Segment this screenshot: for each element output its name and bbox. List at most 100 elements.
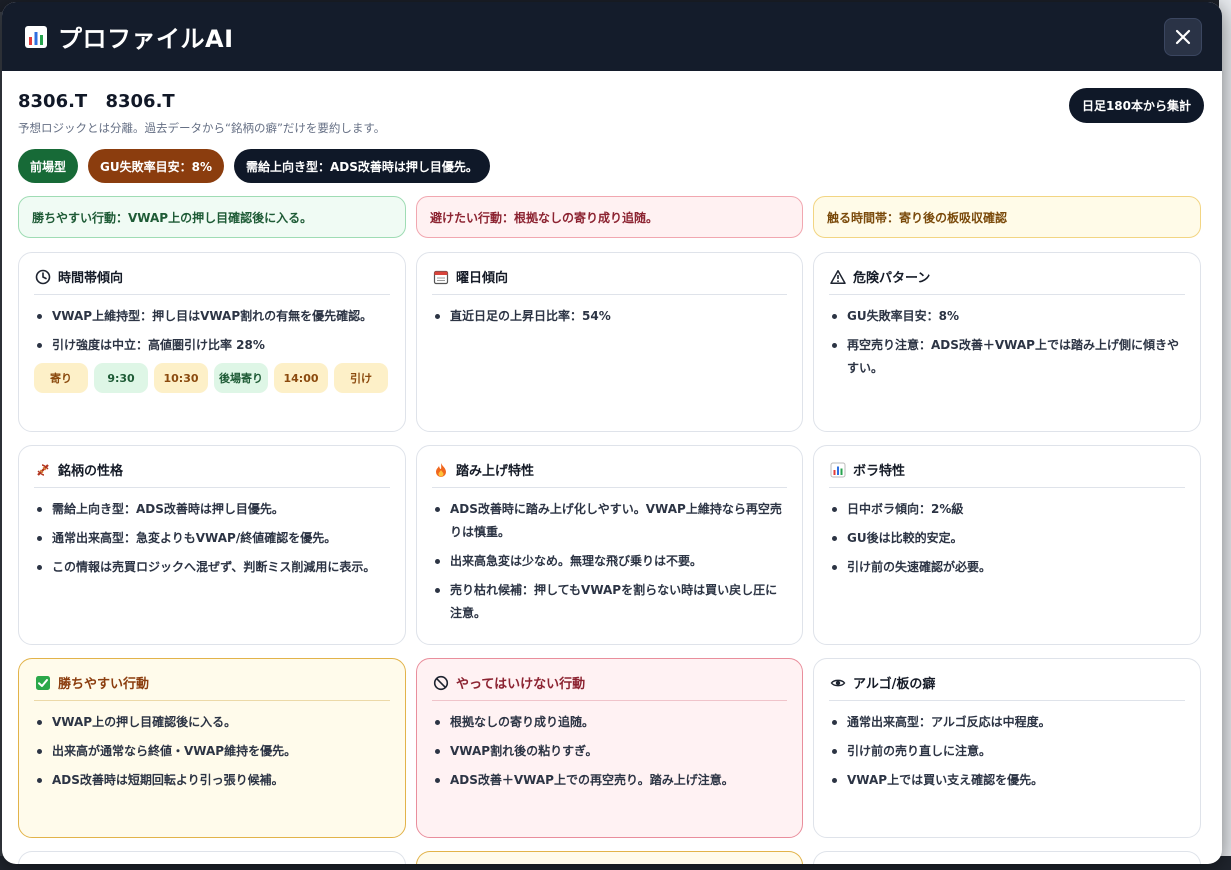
time-slot-chip: 14:00 xyxy=(274,363,328,393)
card-volatility: ボラ特性 日中ボラ傾向：2%級 GU後は比較的安定。 引け前の失速確認が必要。 xyxy=(813,445,1201,645)
card-title: 銘柄の性格 xyxy=(34,460,390,488)
list-item: 需給上向き型：ADS改善時は押し目優先。 xyxy=(34,498,390,521)
profile-card-grid: 時間帯傾向 VWAP上維持型：押し目はVWAP割れの有無を優先確認。 引け強度は… xyxy=(18,252,1204,838)
list-item: VWAP上維持型：押し目はVWAP割れの有無を優先確認。 xyxy=(34,305,390,328)
action-notes: 勝ちやすい行動：VWAP上の押し目確認後に入る。 避けたい行動：根拠なしの寄り成… xyxy=(18,196,1204,238)
dna-icon xyxy=(34,461,52,479)
card-partial xyxy=(18,851,406,864)
list-item: VWAP上では買い支え確認を優先。 xyxy=(829,769,1185,792)
time-slot-chip: 10:30 xyxy=(154,363,208,393)
card-list: 通常出来高型：アルゴ反応は中程度。 引け前の売り直しに注意。 VWAP上では買い… xyxy=(829,711,1185,792)
card-list: GU失敗率目安：8% 再空売り注意：ADS改善＋VWAP上では踏み上げ側に傾きや… xyxy=(829,305,1185,380)
list-item: ADS改善時は短期回転より引っ張り候補。 xyxy=(34,769,390,792)
card-short-squeeze: 踏み上げ特性 ADS改善時に踏み上げ化しやすい。VWAP上維持なら再空売りは慎重… xyxy=(416,445,803,645)
list-item: 出来高が通常なら終値・VWAP維持を優先。 xyxy=(34,740,390,763)
card-danger-patterns: 危険パターン GU失敗率目安：8% 再空売り注意：ADS改善＋VWAP上では踏み… xyxy=(813,252,1201,432)
time-slot-chip: 9:30 xyxy=(94,363,148,393)
close-icon xyxy=(1175,29,1191,44)
list-item: 根拠なしの寄り成り追随。 xyxy=(432,711,787,734)
chart-icon xyxy=(24,25,48,49)
card-algo-board-habits: アルゴ/板の癖 通常出来高型：アルゴ反応は中程度。 引け前の売り直しに注意。 V… xyxy=(813,658,1201,838)
modal-header: プロファイルAI xyxy=(2,2,1222,71)
list-item: 引け強度は中立：高値圏引け比率 28% xyxy=(34,334,390,357)
list-item: 通常出来高型：アルゴ反応は中程度。 xyxy=(829,711,1185,734)
card-partial xyxy=(813,851,1201,864)
card-title: アルゴ/板の癖 xyxy=(829,673,1185,701)
card-title-text: やってはいけない行動 xyxy=(456,677,586,692)
card-stock-character: 銘柄の性格 需給上向き型：ADS改善時は押し目優先。 通常出来高型：急変よりもV… xyxy=(18,445,406,645)
modal-title-text: プロファイルAI xyxy=(58,25,234,53)
note-trading-time: 触る時間帯：寄り後の板吸収確認 xyxy=(813,196,1201,238)
modal-title: プロファイルAI xyxy=(24,19,234,54)
clock-icon xyxy=(34,268,52,286)
card-title-text: アルゴ/板の癖 xyxy=(853,677,936,692)
list-item: 通常出来高型：急変よりもVWAP/終値確認を優先。 xyxy=(34,527,390,550)
next-card-row xyxy=(18,851,1204,864)
card-title-text: 危険パターン xyxy=(853,271,931,286)
card-time-tendency: 時間帯傾向 VWAP上維持型：押し目はVWAP割れの有無を優先確認。 引け強度は… xyxy=(18,252,406,432)
profile-tags: 前場型 GU失敗率目安：8% 需給上向き型：ADS改善時は押し目優先。 xyxy=(18,149,1204,183)
card-list: 需給上向き型：ADS改善時は押し目優先。 通常出来高型：急変よりもVWAP/終値… xyxy=(34,498,390,579)
summary-header: 8306.T 8306.T 予想ロジックとは分離。過去データから“銘柄の癖”だけ… xyxy=(18,88,1204,136)
card-weekday-tendency: 曜日傾向 直近日足の上昇日比率：54% xyxy=(416,252,803,432)
card-title: 時間帯傾向 xyxy=(34,267,390,295)
list-item: 日中ボラ傾向：2%級 xyxy=(829,498,1185,521)
list-item: VWAP上の押し目確認後に入る。 xyxy=(34,711,390,734)
card-forbidden-actions: やってはいけない行動 根拠なしの寄り成り追随。 VWAP割れ後の粘りすぎ。 AD… xyxy=(416,658,803,838)
card-title: やってはいけない行動 xyxy=(432,673,787,701)
data-range-badge: 日足180本から集計 xyxy=(1068,88,1204,123)
card-list: VWAP上維持型：押し目はVWAP割れの有無を優先確認。 引け強度は中立：高値圏… xyxy=(34,305,390,357)
prohibited-icon xyxy=(432,674,450,692)
fire-icon xyxy=(432,461,450,479)
card-title-text: 銘柄の性格 xyxy=(58,464,124,479)
check-icon xyxy=(34,674,52,692)
time-slot-chips: 寄り 9:30 10:30 後場寄り 14:00 引け xyxy=(34,363,390,393)
card-title: 曜日傾向 xyxy=(432,267,787,295)
time-slot-chip: 後場寄り xyxy=(214,363,268,393)
card-title-text: 踏み上げ特性 xyxy=(456,464,535,479)
list-item: 引け前の失速確認が必要。 xyxy=(829,556,1185,579)
time-slot-chip: 引け xyxy=(334,363,388,393)
card-list: 根拠なしの寄り成り追随。 VWAP割れ後の粘りすぎ。 ADS改善＋VWAP上での… xyxy=(432,711,787,792)
eye-icon xyxy=(829,674,847,692)
card-list: 日中ボラ傾向：2%級 GU後は比較的安定。 引け前の失速確認が必要。 xyxy=(829,498,1185,579)
warning-icon xyxy=(829,268,847,286)
card-list: VWAP上の押し目確認後に入る。 出来高が通常なら終値・VWAP維持を優先。 A… xyxy=(34,711,390,792)
card-title: 踏み上げ特性 xyxy=(432,460,787,488)
time-slot-chip: 寄り xyxy=(34,363,88,393)
summary-subtitle: 予想ロジックとは分離。過去データから“銘柄の癖”だけを要約します。 xyxy=(18,121,386,135)
list-item: 売り枯れ候補：押してもVWAPを割らない時は買い戻し圧に注意。 xyxy=(432,579,787,625)
list-item: GU後は比較的安定。 xyxy=(829,527,1185,550)
card-list: ADS改善時に踏み上げ化しやすい。VWAP上維持なら再空売りは慎重。 出来高急変… xyxy=(432,498,787,625)
list-item: 出来高急変は少なめ。無理な飛び乗りは不要。 xyxy=(432,550,787,573)
card-title-text: 勝ちやすい行動 xyxy=(58,677,150,692)
list-item: ADS改善＋VWAP上での再空売り。踏み上げ注意。 xyxy=(432,769,787,792)
list-item: ADS改善時に踏み上げ化しやすい。VWAP上維持なら再空売りは慎重。 xyxy=(432,498,787,544)
list-item: VWAP割れ後の粘りすぎ。 xyxy=(432,740,787,763)
list-item: 引け前の売り直しに注意。 xyxy=(829,740,1185,763)
card-title: 勝ちやすい行動 xyxy=(34,673,390,701)
card-winning-actions: 勝ちやすい行動 VWAP上の押し目確認後に入る。 出来高が通常なら終値・VWAP… xyxy=(18,658,406,838)
tag-session-type: 前場型 xyxy=(18,149,79,183)
note-avoid-action: 避けたい行動：根拠なしの寄り成り追随。 xyxy=(416,196,803,238)
card-title-text: 時間帯傾向 xyxy=(58,271,124,286)
list-item: 再空売り注意：ADS改善＋VWAP上では踏み上げ側に傾きやすい。 xyxy=(829,334,1185,380)
chart-icon xyxy=(829,461,847,479)
tag-supply-demand: 需給上向き型：ADS改善時は押し目優先。 xyxy=(233,149,490,183)
card-title: ボラ特性 xyxy=(829,460,1185,488)
ticker-title: 8306.T 8306.T xyxy=(18,91,175,112)
card-title-text: ボラ特性 xyxy=(853,464,906,479)
profile-ai-modal: プロファイルAI 8306.T 8306.T 予想ロジックとは分離。過去データか… xyxy=(2,2,1222,864)
card-title: 危険パターン xyxy=(829,267,1185,295)
card-list: 直近日足の上昇日比率：54% xyxy=(432,305,787,328)
list-item: 直近日足の上昇日比率：54% xyxy=(432,305,787,328)
close-button[interactable] xyxy=(1164,17,1202,56)
list-item: GU失敗率目安：8% xyxy=(829,305,1185,328)
tag-gu-failure-rate: GU失敗率目安：8% xyxy=(88,149,224,183)
list-item: この情報は売買ロジックへ混ぜず、判断ミス削減用に表示。 xyxy=(34,556,390,579)
card-title-text: 曜日傾向 xyxy=(456,271,509,286)
card-partial xyxy=(416,851,803,864)
note-good-action: 勝ちやすい行動：VWAP上の押し目確認後に入る。 xyxy=(18,196,406,238)
calendar-icon xyxy=(432,268,450,286)
modal-body: 8306.T 8306.T 予想ロジックとは分離。過去データから“銘柄の癖”だけ… xyxy=(2,71,1222,864)
